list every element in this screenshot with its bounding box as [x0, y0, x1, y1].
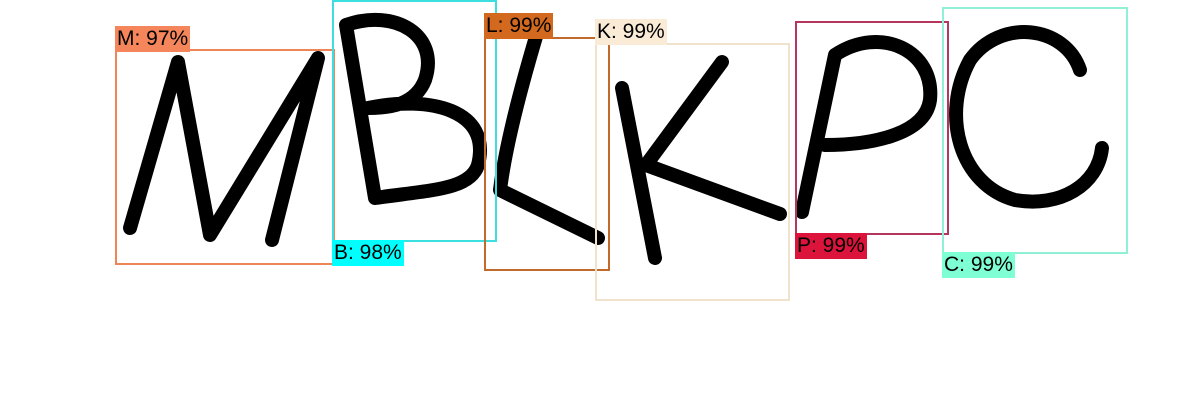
detection-label-p: P: 99%: [795, 233, 867, 259]
detection-label-c: C: 99%: [942, 252, 1015, 278]
detection-box-c: [942, 7, 1128, 254]
detection-box-p: [795, 21, 949, 235]
detection-box-b: [332, 0, 497, 242]
detection-label-k: K: 99%: [595, 19, 667, 45]
detection-box-m: [115, 49, 335, 265]
detection-label-b: B: 98%: [332, 240, 404, 266]
detection-canvas: M: 97% B: 98% L: 99% K: 99% P: 99% C: 99…: [0, 0, 1200, 420]
detection-box-k: [595, 43, 790, 301]
detection-label-m: M: 97%: [115, 26, 191, 52]
detection-box-l: [484, 37, 610, 271]
detection-label-l: L: 99%: [484, 13, 554, 39]
